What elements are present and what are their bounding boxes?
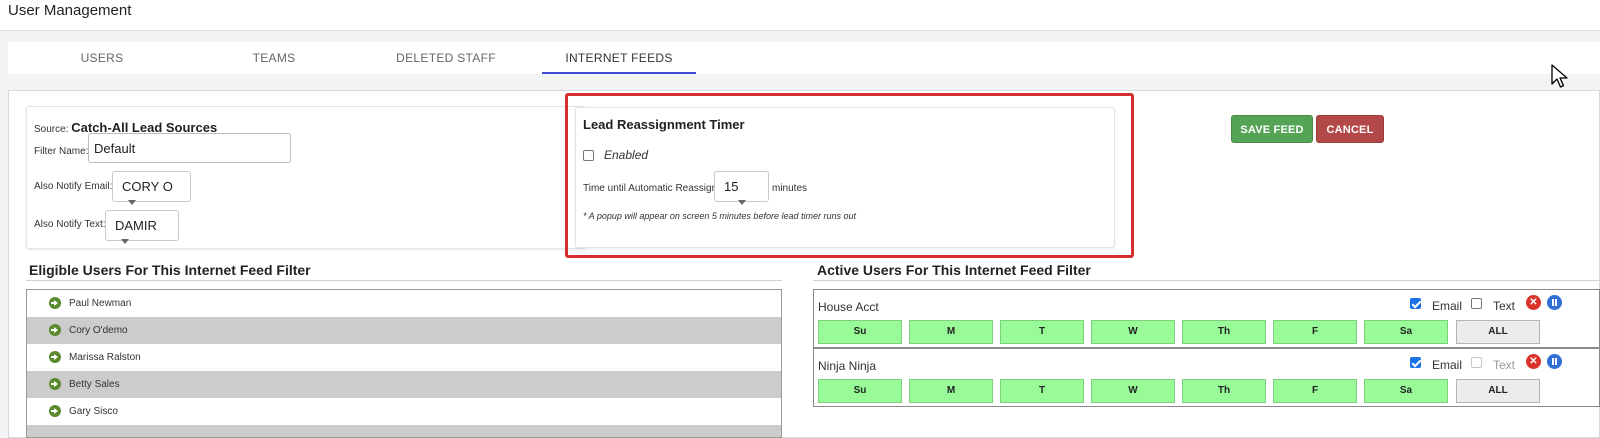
eligible-user-name: Paul Newman [69,298,132,309]
email-checkbox[interactable] [1410,298,1421,309]
day-monday-button[interactable]: M [909,379,993,403]
day-saturday-button[interactable]: Sa [1364,379,1448,403]
notify-text-dropdown[interactable]: DAMIR [105,210,179,245]
day-wednesday-button[interactable]: W [1091,320,1175,344]
timer-note: * A popup will appear on screen 5 minute… [583,211,856,221]
chevron-down-icon [121,239,129,245]
all-days-button[interactable]: ALL [1456,379,1540,403]
remove-icon[interactable]: ✕ [1526,354,1541,369]
notify-email-value: CORY O [122,179,173,194]
minutes-label: minutes [772,183,808,194]
day-thursday-button[interactable]: Th [1182,379,1266,403]
save-feed-button[interactable]: SAVE FEED [1231,115,1313,143]
notify-text-value: DAMIR [115,218,157,233]
reassign-minutes-dropdown[interactable]: 15 [714,171,769,206]
tab-internet-feeds[interactable]: INTERNET FEEDS [542,42,696,74]
reassign-minutes-value: 15 [724,179,739,194]
cancel-button[interactable]: CANCEL [1316,115,1384,143]
list-item [27,425,781,437]
eligible-user-name: Gary Sisco [69,406,118,417]
day-wednesday-button[interactable]: W [1091,379,1175,403]
day-sunday-button[interactable]: Su [818,379,902,403]
arrow-right-circle-icon[interactable] [49,378,61,390]
list-item[interactable]: Cory O'demo [27,317,781,344]
timer-title: Lead Reassignment Timer [583,117,745,132]
list-item[interactable]: Paul Newman [27,290,781,317]
chevron-down-icon [738,200,746,206]
all-days-button[interactable]: ALL [1456,320,1540,344]
mouse-cursor-icon [1551,64,1568,88]
notify-text-label: Also Notify Text: [34,219,106,230]
chevron-down-icon [128,200,136,206]
divider [26,280,782,281]
source-label: Source: [34,124,69,135]
list-item[interactable]: Marissa Ralston [27,344,781,371]
email-label: Email [1432,299,1463,313]
top-bar: User Management [0,0,1600,31]
active-user-card: House Acct Email Text ✕ Su M T W Th F Sa… [813,289,1600,348]
divider [813,280,1600,281]
email-checkbox[interactable] [1410,357,1421,368]
list-item[interactable]: Betty Sales [27,371,781,398]
tab-bar: USERS TEAMS DELETED STAFF INTERNET FEEDS [8,42,1600,74]
day-sunday-button[interactable]: Su [818,320,902,344]
text-checkbox[interactable] [1471,298,1482,309]
day-tuesday-button[interactable]: T [1000,320,1084,344]
day-thursday-button[interactable]: Th [1182,320,1266,344]
time-until-label: Time until Automatic Reassign [583,183,718,194]
pause-icon[interactable] [1547,354,1562,369]
day-tuesday-button[interactable]: T [1000,379,1084,403]
active-user-card: Ninja Ninja Email Text ✕ Su M T W Th F S… [813,348,1600,407]
day-monday-button[interactable]: M [909,320,993,344]
notify-email-dropdown[interactable]: CORY O [112,171,191,206]
day-friday-button[interactable]: F [1273,320,1357,344]
page-title: User Management [8,2,132,19]
day-saturday-button[interactable]: Sa [1364,320,1448,344]
active-user-name: Ninja Ninja [818,359,877,373]
tab-users[interactable]: USERS [8,42,196,74]
enabled-label: Enabled [604,148,649,162]
eligible-user-name: Cory O'demo [69,325,128,336]
eligible-users-title: Eligible Users For This Internet Feed Fi… [29,262,311,278]
tab-deleted-staff[interactable]: DELETED STAFF [358,42,534,74]
arrow-right-circle-icon[interactable] [49,351,61,363]
eligible-user-name: Betty Sales [69,379,120,390]
arrow-right-circle-icon[interactable] [49,324,61,336]
arrow-right-circle-icon[interactable] [49,297,61,309]
active-users-title: Active Users For This Internet Feed Filt… [817,262,1091,278]
active-user-name: House Acct [818,300,879,314]
enabled-checkbox[interactable] [583,150,594,161]
arrow-right-circle-icon[interactable] [49,405,61,417]
day-friday-button[interactable]: F [1273,379,1357,403]
text-checkbox[interactable] [1471,357,1482,368]
tab-teams[interactable]: TEAMS [198,42,350,74]
eligible-users-list: Paul Newman Cory O'demo Marissa Ralston … [26,289,782,438]
text-label: Text [1493,299,1516,313]
email-label: Email [1432,358,1463,372]
text-label: Text [1493,358,1516,372]
filter-name-input[interactable] [88,133,291,163]
list-item[interactable]: Gary Sisco [27,398,781,425]
remove-icon[interactable]: ✕ [1526,295,1541,310]
notify-email-label: Also Notify Email: [34,181,113,192]
pause-icon[interactable] [1547,295,1562,310]
eligible-user-name: Marissa Ralston [69,352,141,363]
filter-name-label: Filter Name: [34,146,89,157]
